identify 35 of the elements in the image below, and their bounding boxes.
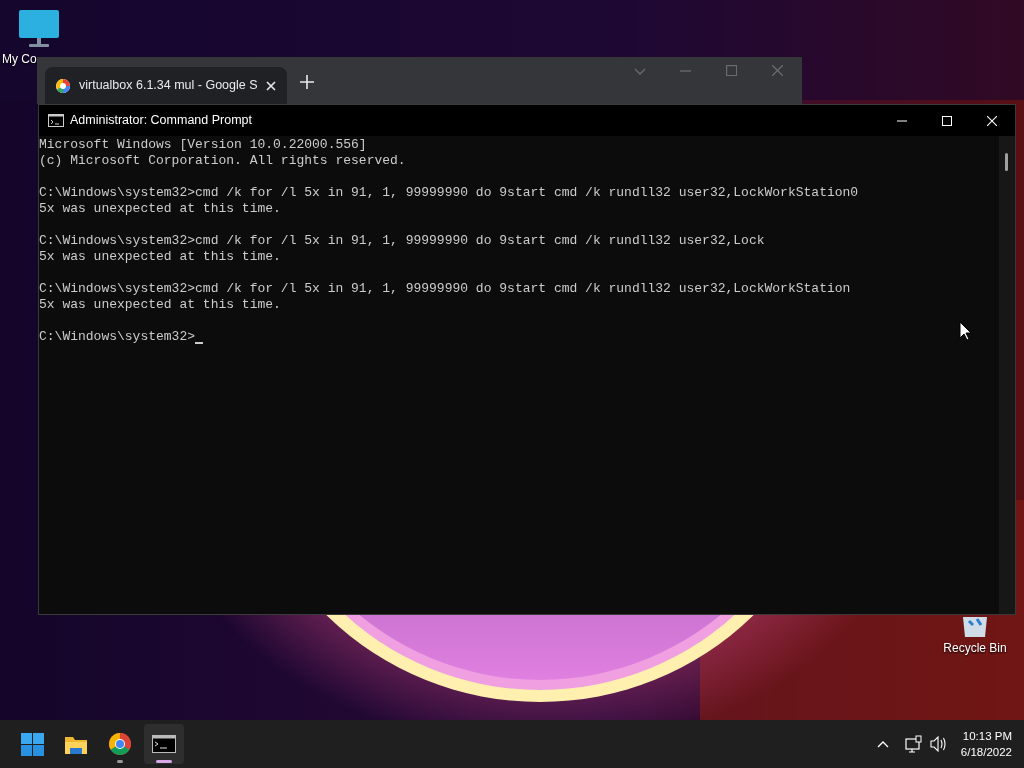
console-line: C:\Windows\system32>cmd /k for /l 5x in 91, 1, 99999990 do 9start cmd /k rundll32 user32,LockWorkStation bbox=[39, 281, 852, 297]
console-icon bbox=[48, 114, 64, 127]
console-line: 5x was unexpected at this time. bbox=[39, 201, 282, 217]
clock[interactable]: 10:13 PM 6/18/2022 bbox=[952, 728, 1024, 760]
console-line: C:\Windows\system32>cmd /k for /l 5x in 91, 1, 99999990 do 9start cmd /k rundll32 user32,Lock bbox=[39, 233, 766, 249]
console-line: 5x was unexpected at this time. bbox=[39, 249, 282, 265]
scrollbar[interactable] bbox=[999, 136, 1015, 614]
console-line: 5x was unexpected at this time. bbox=[39, 297, 282, 313]
monitor-icon[interactable] bbox=[17, 8, 61, 48]
chevron-up-icon[interactable] bbox=[876, 740, 889, 748]
browser-tab[interactable]: virtualbox 6.1.34 mul - Google S bbox=[45, 67, 287, 104]
volume-icon[interactable] bbox=[929, 735, 947, 753]
console-icon bbox=[152, 735, 176, 753]
clock-time: 10:13 PM bbox=[961, 729, 1012, 744]
network-icon[interactable] bbox=[904, 735, 922, 753]
console-prompt: C:\Windows\system32> bbox=[39, 329, 196, 345]
mouse-pointer-icon bbox=[959, 321, 972, 341]
taskbar-app-button[interactable] bbox=[144, 724, 184, 764]
running-indicator bbox=[156, 760, 172, 763]
new-tab-icon[interactable] bbox=[300, 75, 314, 89]
icon-label[interactable]: Recycle Bin bbox=[943, 639, 1007, 657]
console-line: C:\Windows\system32>cmd /k for /l 5x in 91, 1, 99999990 do 9start cmd /k rundll32 user32,LockWorkStation0 bbox=[39, 185, 860, 201]
window-title: Administrator: Command Prompt bbox=[70, 112, 252, 130]
scroll-thumb[interactable] bbox=[1005, 153, 1008, 171]
start-icon bbox=[20, 732, 44, 756]
console-line: Microsoft Windows [Version 10.0.22000.556] bbox=[39, 137, 368, 153]
icon-label[interactable]: My Co bbox=[2, 50, 37, 68]
tab-title: virtualbox 6.1.34 mul - Google S bbox=[79, 77, 257, 95]
running-indicator bbox=[117, 760, 123, 763]
text-cursor bbox=[195, 342, 204, 344]
clock-date: 6/18/2022 bbox=[960, 745, 1012, 760]
search-engine-icon bbox=[55, 77, 71, 94]
recycle-bin-icon[interactable] bbox=[960, 617, 990, 637]
console-line: (c) Microsoft Corporation. All rights reserved. bbox=[39, 153, 407, 169]
browser-icon bbox=[108, 732, 132, 756]
